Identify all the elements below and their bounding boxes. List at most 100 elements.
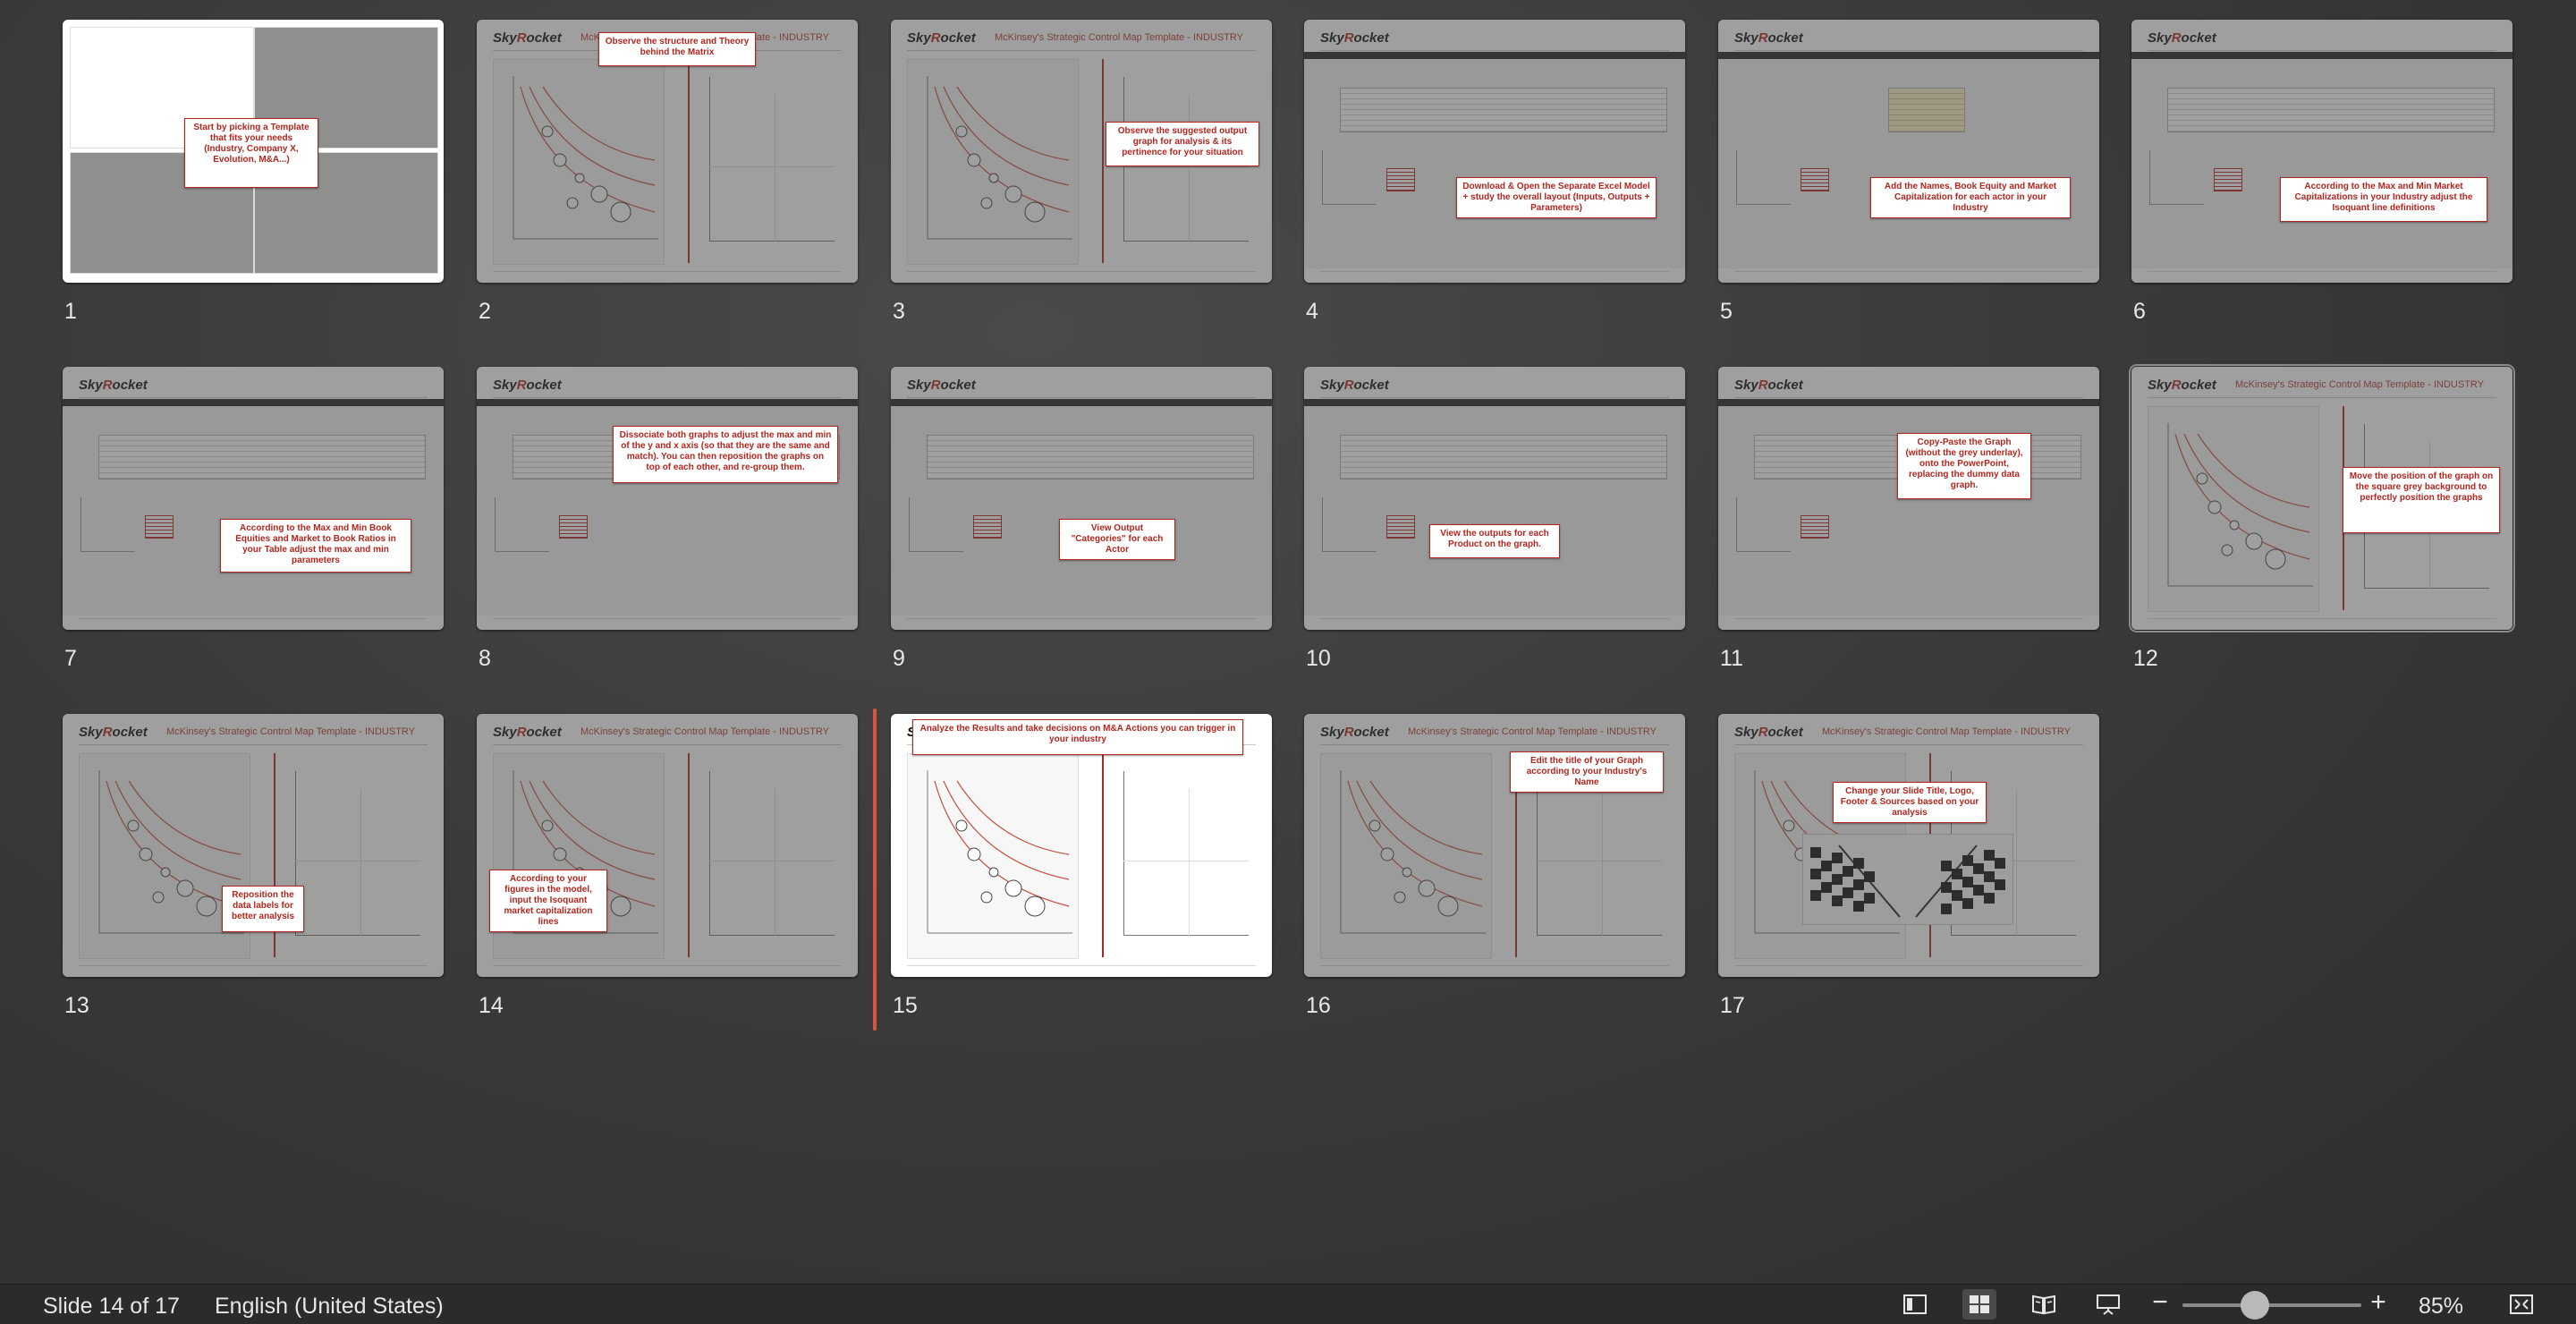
slide-thumbnail-8[interactable]: SkyRocket Dissociate both graphs to adjus… xyxy=(477,367,858,671)
logo-part: R xyxy=(930,30,941,46)
logo-part: R xyxy=(2171,30,2182,46)
slide-number: 13 xyxy=(64,993,89,1018)
logo-part: R xyxy=(1343,30,1354,46)
skyrocket-logo: SkyRocket xyxy=(2148,30,2216,46)
slide-position-label: Slide 14 of 17 xyxy=(43,1294,180,1319)
matrix-axis xyxy=(1123,935,1249,936)
slide-preview[interactable]: SkyRocket Copy-Paste the Graph (without t… xyxy=(1718,367,2099,630)
instruction-callout: Start by picking a Template that fits yo… xyxy=(184,118,318,188)
slide-preview[interactable]: SkyRocketMcKinsey's Strategic Control Ma… xyxy=(1718,714,2099,977)
slide-thumbnail-14[interactable]: SkyRocket McKinsey's Strategic Control Ma… xyxy=(477,714,858,1018)
slide-thumbnail-6[interactable]: SkyRocket According to the Max and Min Ma… xyxy=(2131,20,2512,324)
zoom-level[interactable]: 85% xyxy=(2419,1294,2463,1320)
logo-part: R xyxy=(102,725,113,740)
matrix-axis xyxy=(1537,935,1662,936)
mini-chart xyxy=(80,497,135,552)
slide-preview[interactable]: SkyRocketMcKinsey's Strategic Control Ma… xyxy=(477,714,858,977)
flags-picture xyxy=(1802,834,2013,925)
mini-table xyxy=(559,515,588,539)
slide-preview[interactable]: SkyRocket View the outputs for each Produ… xyxy=(1304,367,1685,630)
slide-number: 3 xyxy=(893,299,905,324)
slide-thumbnail-2[interactable]: SkyRocketMcKinsey's Strategic Control Ma… xyxy=(477,20,858,324)
slide-thumbnail-15[interactable]: SkyRocketMcKinsey's Strategic Control Ma… xyxy=(891,714,1272,1018)
ribbon-band xyxy=(63,399,444,406)
header-rule xyxy=(2148,50,2496,51)
slide-thumbnail-13[interactable]: SkyRocket McKinsey's Strategic Control Ma… xyxy=(63,714,444,1018)
skyrocket-logo: SkyRocket xyxy=(1734,725,1803,740)
slide-thumbnail-10[interactable]: SkyRocket View the outputs for each Produ… xyxy=(1304,367,1685,671)
slide-preview[interactable]: SkyRocket Dissociate both graphs to adjus… xyxy=(477,367,858,630)
logo-part: Sky xyxy=(1734,725,1758,740)
slide-preview[interactable]: SkyRocketMcKinsey's Strategic Control Ma… xyxy=(2129,364,2515,632)
zoom-slider-thumb[interactable] xyxy=(2241,1291,2269,1320)
slide-thumbnail-7[interactable]: SkyRocket According to the Max and Min Bo… xyxy=(63,367,444,671)
slide-thumbnail-5[interactable]: SkyRocket Add the Names, Book Equity and … xyxy=(1718,20,2099,324)
slide-preview[interactable]: Start by picking a Template that fits yo… xyxy=(63,20,444,283)
normal-view-button[interactable] xyxy=(1898,1289,1932,1320)
instruction-callout: View Output "Categories" for each Actor xyxy=(1059,519,1175,560)
slide-thumbnail-17[interactable]: SkyRocket McKinsey's Strategic Control Ma… xyxy=(1718,714,2099,1018)
logo-part: ocket xyxy=(2181,30,2216,46)
slide-preview[interactable]: SkyRocketMcKinsey's Strategic Control Ma… xyxy=(477,20,858,283)
matrix-axis xyxy=(295,935,420,936)
sheet-table xyxy=(927,435,1254,480)
logo-part: ocket xyxy=(1767,725,1803,740)
slide-footer xyxy=(2148,618,2496,624)
logo-part: R xyxy=(102,378,113,393)
chart-area xyxy=(1320,753,1492,959)
slide-sorter-button[interactable] xyxy=(1962,1289,1996,1320)
ribbon-band xyxy=(2131,52,2512,59)
slide-number: 8 xyxy=(479,646,491,671)
slide-preview[interactable]: SkyRocketMcKinsey's Strategic Control Ma… xyxy=(891,714,1272,977)
slide-footer xyxy=(1734,271,2083,277)
slide-thumbnail-16[interactable]: SkyRocket McKinsey's Strategic Control Ma… xyxy=(1304,714,1685,1018)
logo-part: Sky xyxy=(1734,30,1758,46)
logo-part: ocket xyxy=(1353,378,1389,393)
zoom-out-button[interactable]: − xyxy=(2148,1287,2172,1318)
slide-preview[interactable]: SkyRocketMcKinsey's Strategic Control Ma… xyxy=(63,714,444,977)
header-rule xyxy=(2148,397,2496,398)
slide-thumbnail-3[interactable]: SkyRocket McKinsey's Strategic Control Ma… xyxy=(891,20,1272,324)
slide-preview[interactable]: SkyRocket Download & Open the Separate Ex… xyxy=(1304,20,1685,283)
instruction-callout: Copy-Paste the Graph (without the grey u… xyxy=(1897,433,2031,499)
slide-preview[interactable]: SkyRocketMcKinsey's Strategic Control Ma… xyxy=(891,20,1272,283)
zoom-slider-track[interactable] xyxy=(2182,1303,2361,1307)
skyrocket-logo: SkyRocket xyxy=(493,725,562,740)
ribbon-band xyxy=(1718,399,2099,406)
logo-part: Sky xyxy=(2148,378,2172,393)
slide-thumbnail-11[interactable]: SkyRocket Copy-Paste the Graph (without t… xyxy=(1718,367,2099,671)
mini-chart xyxy=(1322,150,1377,205)
slide-footer xyxy=(907,618,1256,624)
matrix-divider xyxy=(709,166,835,167)
slide-thumbnail-9[interactable]: SkyRocket View Output "Categories" for ea… xyxy=(891,367,1272,671)
logo-part: ocket xyxy=(1353,30,1389,46)
reading-view-button[interactable] xyxy=(2027,1289,2061,1320)
logo-part: Sky xyxy=(1320,378,1344,393)
slide-preview[interactable]: SkyRocket Add the Names, Book Equity and … xyxy=(1718,20,2099,283)
instruction-callout: Analyze the Results and take decisions o… xyxy=(912,719,1243,755)
slide-footer xyxy=(493,965,842,972)
slide-footer xyxy=(907,965,1256,972)
slide-preview[interactable]: SkyRocketMcKinsey's Strategic Control Ma… xyxy=(1304,714,1685,977)
slideshow-button[interactable] xyxy=(2091,1289,2125,1320)
language-label[interactable]: English (United States) xyxy=(215,1294,444,1320)
slide-preview[interactable]: SkyRocket View Output "Categories" for ea… xyxy=(891,367,1272,630)
slide-thumbnail-4[interactable]: SkyRocket Download & Open the Separate Ex… xyxy=(1304,20,1685,324)
logo-part: ocket xyxy=(940,30,976,46)
instruction-callout: According to the Max and Min Market Capi… xyxy=(2280,177,2487,222)
header-rule xyxy=(1320,397,1669,398)
instruction-callout: Add the Names, Book Equity and Market Ca… xyxy=(1870,177,2071,218)
slide-preview[interactable]: SkyRocket According to the Max and Min Bo… xyxy=(63,367,444,630)
header-rule xyxy=(1734,744,2083,745)
slide-preview[interactable]: SkyRocket According to the Max and Min Ma… xyxy=(2131,20,2512,283)
matrix-divider xyxy=(2016,789,2017,936)
zoom-in-button[interactable]: + xyxy=(2367,1287,2390,1318)
instruction-callout: Observe the suggested output graph for a… xyxy=(1106,122,1259,166)
matrix-axis xyxy=(1123,241,1249,242)
slide-thumbnail-12[interactable]: SkyRocket McKinsey's Strategic Control Ma… xyxy=(2129,364,2515,671)
slide-title: McKinsey's Strategic Control Map Templat… xyxy=(995,32,1244,43)
fit-to-window-button[interactable] xyxy=(2504,1289,2538,1320)
slide-thumbnail-1[interactable]: Start by picking a Template that fits yo… xyxy=(63,20,444,324)
instruction-callout: Download & Open the Separate Excel Model… xyxy=(1456,177,1657,218)
slide-number: 11 xyxy=(1720,646,1743,671)
